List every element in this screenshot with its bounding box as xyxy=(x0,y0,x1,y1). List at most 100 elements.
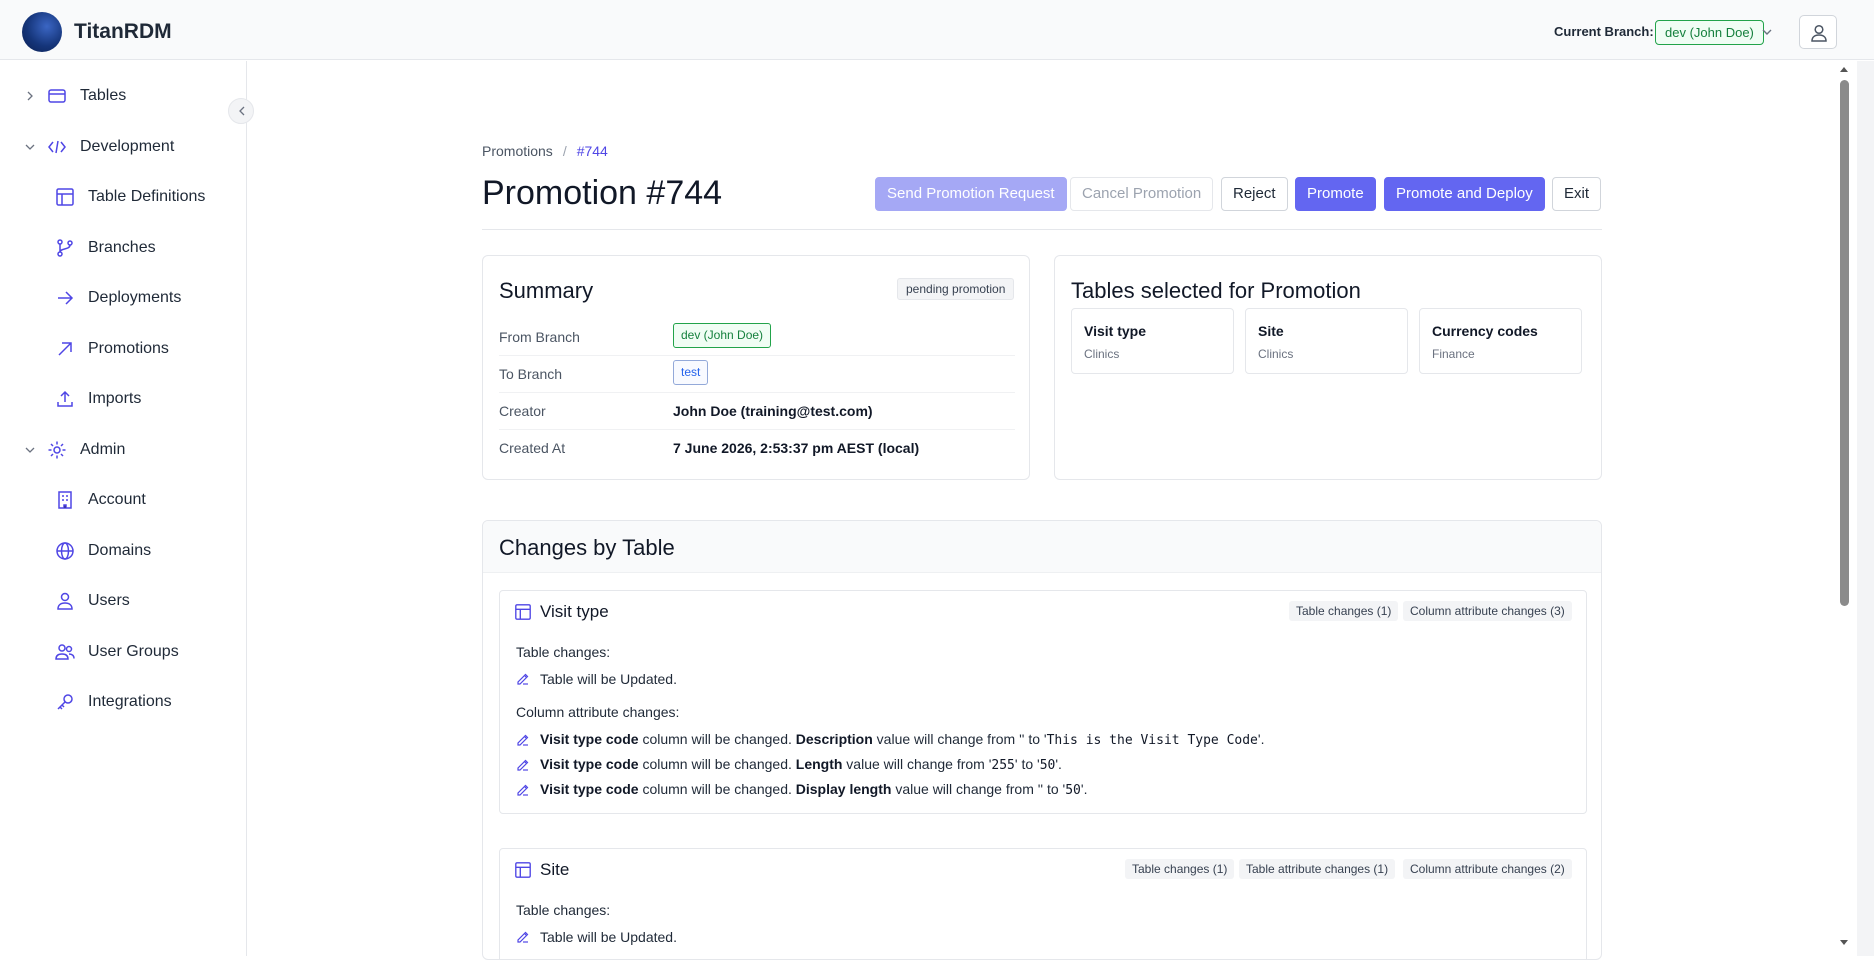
old-value: 255 xyxy=(991,758,1015,773)
column-attribute-changes-pill: Column attribute changes (3) xyxy=(1403,601,1572,621)
key-icon xyxy=(54,691,76,713)
reject-button[interactable]: Reject xyxy=(1221,177,1288,211)
user-icon xyxy=(1811,24,1827,42)
sidebar-item-branches[interactable]: Branches xyxy=(54,231,156,265)
table-name: Currency codes xyxy=(1432,323,1538,339)
creator-value: John Doe (training@test.com) xyxy=(673,403,873,419)
sidebar-item-tables[interactable]: Tables xyxy=(24,79,126,113)
summary-key: Created At xyxy=(499,440,566,456)
current-branch-label: Current Branch: xyxy=(1554,24,1654,39)
change-line: Table will be Updated. xyxy=(516,671,677,687)
sidebar-item-label: Development xyxy=(80,138,175,155)
table-grid-icon xyxy=(515,862,531,878)
sidebar-item-label: Users xyxy=(88,592,130,609)
changes-by-table-card: Changes by Table Visit type Table change… xyxy=(482,520,1602,960)
scrollbar-track[interactable] xyxy=(1857,61,1874,956)
chevron-right-icon[interactable] xyxy=(24,90,36,102)
sidebar-item-users[interactable]: Users xyxy=(54,584,130,618)
table-domain: Clinics xyxy=(1258,347,1294,361)
scrollbar-thumb[interactable] xyxy=(1840,80,1849,606)
chevron-left-icon xyxy=(239,106,245,116)
change-text: value will change from ' xyxy=(842,756,992,772)
attribute-name: Description xyxy=(795,731,873,747)
header-divider xyxy=(482,229,1602,230)
table-domain: Clinics xyxy=(1084,347,1120,361)
sidebar-item-deployments[interactable]: Deployments xyxy=(54,281,181,315)
table-changes-pill: Table changes (1) xyxy=(1289,601,1399,621)
column-name: Visit type code xyxy=(540,731,639,747)
sidebar-collapse-button[interactable] xyxy=(228,98,254,124)
scroll-up-icon[interactable] xyxy=(1838,64,1850,74)
breadcrumb-separator: / xyxy=(562,143,567,159)
sidebar-item-label: Promotions xyxy=(88,340,169,357)
current-branch-select[interactable]: dev (John Doe) xyxy=(1655,20,1764,45)
users-icon xyxy=(54,641,76,663)
table-changes-label: Table changes: xyxy=(516,644,611,660)
gear-icon xyxy=(46,439,68,461)
sidebar-item-admin[interactable]: Admin xyxy=(24,433,125,467)
selected-table-item[interactable]: Site Clinics xyxy=(1245,308,1408,374)
user-menu-button[interactable] xyxy=(1799,15,1837,49)
attribute-name: Display length xyxy=(795,781,892,797)
sidebar-item-table-definitions[interactable]: Table Definitions xyxy=(54,180,205,214)
change-text: ' to ' xyxy=(1014,756,1040,772)
sidebar-item-development[interactable]: Development xyxy=(24,130,174,164)
change-text: value will change from ' xyxy=(891,781,1041,797)
promote-button[interactable]: Promote xyxy=(1295,177,1376,211)
top-bar: TitanRDM Current Branch: dev (John Doe) xyxy=(0,0,1874,60)
table-grid-icon xyxy=(54,186,76,208)
change-text: column will be changed. xyxy=(638,781,796,797)
table-attribute-changes-pill: Table attribute changes (1) xyxy=(1239,859,1396,879)
summary-key: From Branch xyxy=(499,329,580,345)
table-change-name: Visit type xyxy=(540,602,609,621)
sidebar-item-label: Integrations xyxy=(88,693,172,710)
sidebar-item-label: Account xyxy=(88,491,146,508)
summary-key: To Branch xyxy=(499,366,563,382)
selected-table-item[interactable]: Currency codes Finance xyxy=(1419,308,1582,374)
chevron-down-icon[interactable] xyxy=(24,141,36,153)
sidebar-item-domains[interactable]: Domains xyxy=(54,534,151,568)
sidebar-item-account[interactable]: Account xyxy=(54,483,146,517)
titanrdm-logo[interactable] xyxy=(22,12,62,52)
sidebar-item-label: Imports xyxy=(88,390,142,407)
chevron-down-icon[interactable] xyxy=(1760,25,1774,39)
edit-icon xyxy=(517,759,529,771)
change-text: '. xyxy=(1257,731,1265,747)
sidebar-item-integrations[interactable]: Integrations xyxy=(54,685,172,719)
table-change-name: Site xyxy=(540,860,570,879)
change-text: ' to ' xyxy=(1040,781,1066,797)
sidebar-item-label: Tables xyxy=(80,87,127,104)
sidebar-item-promotions[interactable]: Promotions xyxy=(54,332,169,366)
column-attribute-changes-pill: Column attribute changes (2) xyxy=(1403,859,1572,879)
change-text: '. xyxy=(1055,756,1062,772)
scroll-down-icon[interactable] xyxy=(1838,938,1850,948)
sidebar-item-imports[interactable]: Imports xyxy=(54,382,141,416)
send-promotion-request-button[interactable]: Send Promotion Request xyxy=(875,177,1067,211)
change-line: Visit type code column will be changed. … xyxy=(516,731,1264,748)
change-text: column will be changed. xyxy=(638,731,796,747)
promote-and-deploy-button[interactable]: Promote and Deploy xyxy=(1384,177,1545,211)
table-name: Site xyxy=(1258,323,1284,339)
exit-button[interactable]: Exit xyxy=(1552,177,1602,211)
selected-tables-card: Tables selected for Promotion Visit type… xyxy=(1054,255,1602,480)
change-text: ' to ' xyxy=(1021,731,1047,747)
selected-table-item[interactable]: Visit type Clinics xyxy=(1071,308,1234,374)
user-icon xyxy=(54,590,76,612)
brand-name[interactable]: TitanRDM xyxy=(74,20,172,44)
summary-title: Summary xyxy=(499,278,594,303)
breadcrumb-current: #744 xyxy=(576,143,608,159)
change-text: value will change from ' xyxy=(872,731,1022,747)
git-branch-icon xyxy=(54,237,76,259)
change-line: Visit type code column will be changed. … xyxy=(516,781,1087,798)
cancel-promotion-button[interactable]: Cancel Promotion xyxy=(1070,177,1214,211)
table-changes-label: Table changes: xyxy=(516,902,611,918)
changes-title: Changes by Table xyxy=(499,535,675,560)
column-name: Visit type code xyxy=(540,756,639,772)
sidebar-item-user-groups[interactable]: User Groups xyxy=(54,635,179,669)
summary-key: Creator xyxy=(499,403,546,419)
summary-row-to-branch: To Branch test xyxy=(499,356,1015,393)
code-icon xyxy=(46,136,68,158)
table-change-block-site: Site Table changes (1) Table attribute c… xyxy=(499,848,1587,959)
breadcrumb-promotions-link[interactable]: Promotions xyxy=(482,143,553,159)
chevron-down-icon[interactable] xyxy=(24,444,36,456)
